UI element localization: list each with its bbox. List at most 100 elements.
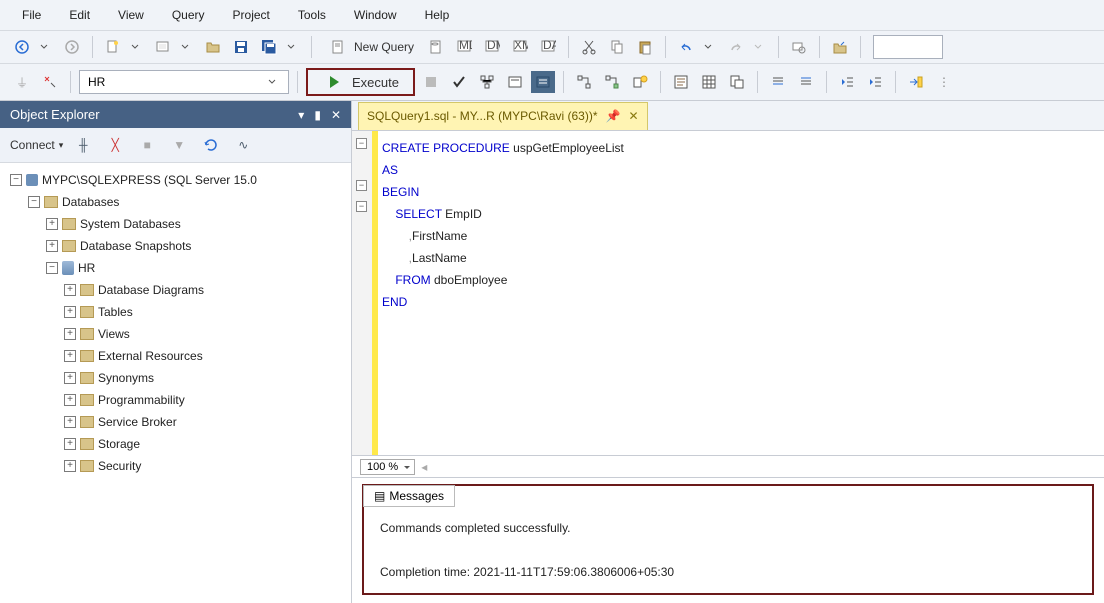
- folder-icon: [80, 416, 94, 428]
- new-query-button[interactable]: New Query: [320, 35, 420, 59]
- menu-edit[interactable]: Edit: [55, 4, 104, 26]
- new-file-button[interactable]: [101, 36, 147, 58]
- tree-hr-db[interactable]: −HR: [4, 257, 347, 279]
- change-connection-icon[interactable]: [38, 71, 62, 93]
- tree-databases[interactable]: −Databases: [4, 191, 347, 213]
- new-project-button[interactable]: [151, 36, 197, 58]
- results-grid-icon[interactable]: [697, 71, 721, 93]
- connect-button[interactable]: Connect▾: [10, 138, 63, 152]
- mdx-icon[interactable]: MDX: [452, 36, 476, 58]
- specify-values-icon[interactable]: [904, 71, 928, 93]
- activity-monitor-icon[interactable]: [828, 36, 852, 58]
- object-explorer-header: Object Explorer ▾ ▮ ✕: [0, 101, 351, 128]
- tree-item[interactable]: +Storage: [4, 433, 347, 455]
- object-explorer-tree[interactable]: −MYPC\SQLEXPRESS (SQL Server 15.0 −Datab…: [0, 163, 351, 603]
- plug-icon[interactable]: ⏚: [10, 71, 34, 93]
- close-tab-icon[interactable]: ✕: [628, 109, 638, 123]
- copy-icon[interactable]: [605, 36, 629, 58]
- disconnect-icon[interactable]: ╳: [103, 134, 127, 156]
- fold-icon[interactable]: −: [356, 180, 367, 191]
- client-stats-icon[interactable]: [628, 71, 652, 93]
- dax-icon[interactable]: DAX: [536, 36, 560, 58]
- folder-icon: [80, 306, 94, 318]
- folder-icon: [80, 394, 94, 406]
- code-gutter: − − −: [352, 131, 374, 455]
- comment-icon[interactable]: [766, 71, 790, 93]
- folder-icon: [62, 218, 76, 230]
- intellisense-icon[interactable]: [531, 71, 555, 93]
- uncomment-icon[interactable]: [794, 71, 818, 93]
- parse-icon[interactable]: [447, 71, 471, 93]
- tree-item[interactable]: +Security: [4, 455, 347, 477]
- fold-icon[interactable]: −: [356, 201, 367, 212]
- document-tab-bar: SQLQuery1.sql - MY...R (MYPC\Ravi (63))*…: [352, 101, 1104, 131]
- find-icon[interactable]: [787, 36, 811, 58]
- tree-item[interactable]: +Views: [4, 323, 347, 345]
- dropdown-icon[interactable]: ▾: [298, 108, 304, 122]
- xmla-icon[interactable]: XMLA: [508, 36, 532, 58]
- query-type-icon[interactable]: [424, 36, 448, 58]
- tree-item[interactable]: +Programmability: [4, 389, 347, 411]
- menu-query[interactable]: Query: [158, 4, 219, 26]
- pin-icon[interactable]: ▮: [314, 108, 321, 122]
- tree-item[interactable]: +Tables: [4, 301, 347, 323]
- fold-icon[interactable]: −: [356, 138, 367, 149]
- stop-icon: [419, 71, 443, 93]
- execution-plan-icon[interactable]: [475, 71, 499, 93]
- pulse-icon[interactable]: ∿: [231, 134, 255, 156]
- tree-server[interactable]: −MYPC\SQLEXPRESS (SQL Server 15.0: [4, 169, 347, 191]
- zoom-select[interactable]: 100 %: [360, 459, 415, 475]
- include-plan-icon[interactable]: [572, 71, 596, 93]
- connect-plug-icon[interactable]: ╫: [71, 134, 95, 156]
- menu-file[interactable]: File: [8, 4, 55, 26]
- messages-output[interactable]: Commands completed successfully. Complet…: [364, 507, 1092, 593]
- database-combo[interactable]: HR: [79, 70, 289, 94]
- results-text-icon[interactable]: [669, 71, 693, 93]
- results-file-icon[interactable]: [725, 71, 749, 93]
- filter-icon[interactable]: ▼: [167, 134, 191, 156]
- menu-tools[interactable]: Tools: [284, 4, 340, 26]
- tree-item[interactable]: +Synonyms: [4, 367, 347, 389]
- menu-project[interactable]: Project: [219, 4, 284, 26]
- menu-view[interactable]: View: [104, 4, 158, 26]
- tab-title: SQLQuery1.sql - MY...R (MYPC\Ravi (63))*: [367, 109, 598, 123]
- document-tab[interactable]: SQLQuery1.sql - MY...R (MYPC\Ravi (63))*…: [358, 102, 648, 130]
- nav-back-button[interactable]: [10, 36, 56, 58]
- undo-button[interactable]: [674, 36, 720, 58]
- nav-forward-button: [60, 36, 84, 58]
- menu-help[interactable]: Help: [411, 4, 464, 26]
- folder-icon: [80, 372, 94, 384]
- quick-launch-input[interactable]: [873, 35, 943, 59]
- live-stats-icon[interactable]: [600, 71, 624, 93]
- execute-button[interactable]: Execute: [306, 68, 415, 96]
- scroll-left-icon[interactable]: ◂: [421, 460, 427, 474]
- refresh-icon[interactable]: [199, 134, 223, 156]
- menu-bar: File Edit View Query Project Tools Windo…: [0, 0, 1104, 31]
- messages-tab[interactable]: ▤ Messages: [363, 485, 455, 507]
- server-icon: [26, 174, 38, 186]
- cut-icon[interactable]: [577, 36, 601, 58]
- tree-item[interactable]: +External Resources: [4, 345, 347, 367]
- indent-decrease-icon[interactable]: [835, 71, 859, 93]
- menu-window[interactable]: Window: [340, 4, 411, 26]
- code-editor[interactable]: CREATE PROCEDURE uspGetEmployeeList AS B…: [374, 131, 1104, 455]
- tree-system-databases[interactable]: +System Databases: [4, 213, 347, 235]
- indent-increase-icon[interactable]: [863, 71, 887, 93]
- open-folder-button[interactable]: [201, 36, 225, 58]
- redo-button: [724, 36, 770, 58]
- more-icon[interactable]: ⋮: [932, 71, 956, 93]
- tree-item[interactable]: +Database Diagrams: [4, 279, 347, 301]
- save-button[interactable]: [229, 36, 253, 58]
- database-selected: HR: [88, 75, 105, 89]
- save-all-button[interactable]: [257, 36, 303, 58]
- object-explorer-toolbar: Connect▾ ╫ ╳ ■ ▼ ∿: [0, 128, 351, 163]
- tree-item[interactable]: +Service Broker: [4, 411, 347, 433]
- messages-icon: ▤: [374, 489, 385, 503]
- dmx-icon[interactable]: DMX: [480, 36, 504, 58]
- tree-snapshots[interactable]: +Database Snapshots: [4, 235, 347, 257]
- svg-text:DAX: DAX: [543, 39, 556, 52]
- paste-icon[interactable]: [633, 36, 657, 58]
- close-icon[interactable]: ✕: [331, 108, 341, 122]
- query-options-icon[interactable]: [503, 71, 527, 93]
- pin-icon[interactable]: 📌: [606, 109, 621, 123]
